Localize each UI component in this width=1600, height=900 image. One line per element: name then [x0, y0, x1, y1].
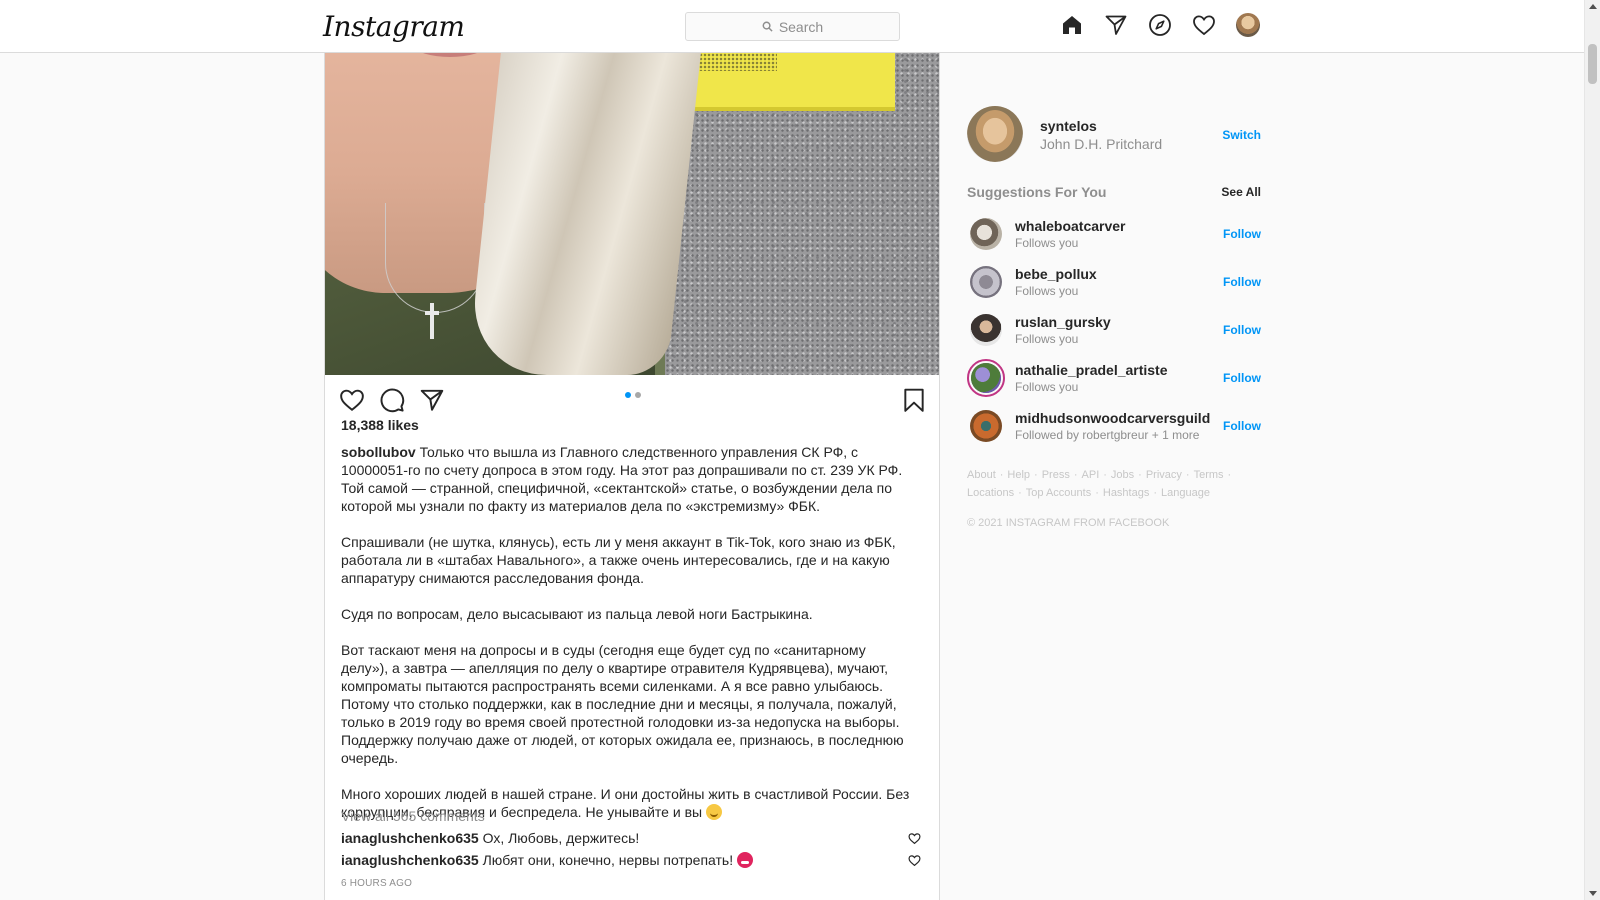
suggestion-username[interactable]: whaleboatcarver — [1015, 218, 1126, 234]
comment-username[interactable]: ianaglushchenko635 — [341, 830, 479, 846]
view-all-comments-link[interactable]: View all 565 comments — [341, 808, 485, 824]
suggestion-subtitle: Follows you — [1015, 236, 1079, 250]
footer-link-terms[interactable]: Terms — [1194, 469, 1224, 481]
suggestion-avatar[interactable] — [970, 218, 1002, 250]
see-all-link[interactable]: See All — [1221, 185, 1261, 199]
caption-paragraph-4: Вот таскают меня на допросы и в суды (се… — [341, 642, 904, 766]
suggestions-title: Suggestions For You — [967, 184, 1107, 200]
scroll-up-arrow-icon[interactable] — [1589, 4, 1597, 9]
bookmark-icon[interactable] — [901, 387, 927, 413]
explore-icon[interactable] — [1148, 13, 1172, 37]
follow-button[interactable]: Follow — [1223, 371, 1261, 385]
caption-username[interactable]: sobollubov — [341, 444, 416, 460]
smiling-face-emoji — [705, 804, 722, 820]
suggestion-username[interactable]: bebe_pollux — [1015, 266, 1097, 282]
caption-paragraph-2: Спрашивали (не шутка, клянусь), есть ли … — [341, 534, 896, 586]
footer-link-hashtags[interactable]: Hashtags — [1103, 487, 1149, 499]
comment-text: Любят они, конечно, нервы потрепать! — [482, 852, 734, 868]
like-heart-icon[interactable] — [339, 387, 365, 413]
direct-icon[interactable] — [1104, 13, 1128, 37]
footer-link-about[interactable]: About — [967, 469, 996, 481]
suggestion-avatar[interactable] — [970, 314, 1002, 346]
scrollbar-thumb[interactable] — [1588, 44, 1597, 84]
footer-links: About · Help · Press · API · Jobs · Privacy · Terms ·… — [967, 469, 1232, 499]
carousel-indicator — [625, 392, 641, 398]
post-actions-bar — [325, 375, 939, 423]
current-user-avatar[interactable] — [967, 106, 1023, 162]
suggestion-username[interactable]: nathalie_pradel_artiste — [1015, 362, 1168, 378]
caption-paragraph-3: Судя по вопросам, дело высасывают из пал… — [341, 606, 813, 622]
suggestion-item: midhudsonwoodcarversguild Followed by ro… — [967, 404, 1261, 452]
angry-face-emoji — [737, 852, 754, 868]
activity-heart-icon[interactable] — [1192, 13, 1216, 37]
suggestion-item: whaleboatcarver Follows you Follow — [967, 212, 1261, 260]
page-scrollbar[interactable] — [1584, 0, 1600, 900]
suggestion-item: bebe_pollux Follows you Follow — [967, 260, 1261, 308]
footer-link-top-accounts[interactable]: Top Accounts — [1026, 487, 1091, 499]
comment-like-icon[interactable] — [908, 832, 921, 845]
instagram-logo[interactable]: Instagram — [323, 10, 465, 43]
photo-necklace — [385, 203, 485, 313]
footer-link-jobs[interactable]: Jobs — [1111, 469, 1134, 481]
suggestions-list: whaleboatcarver Follows you Follow bebe_… — [967, 212, 1261, 452]
feed-post: 18,388 likes sobollubov Только что вышла… — [324, 53, 940, 900]
top-nav-bar: Instagram Search — [0, 0, 1584, 53]
switch-account-button[interactable]: Switch — [1222, 128, 1261, 142]
scroll-down-arrow-icon[interactable] — [1589, 891, 1597, 896]
suggestion-subtitle: Follows you — [1015, 332, 1079, 346]
suggestion-subtitle: Follows you — [1015, 380, 1079, 394]
search-icon — [762, 21, 773, 32]
footer-link-press[interactable]: Press — [1042, 469, 1070, 481]
comment-bubble-icon[interactable] — [379, 387, 405, 413]
suggestion-username[interactable]: midhudsonwoodcarversguild — [1015, 410, 1210, 426]
search-placeholder: Search — [778, 18, 824, 35]
comment-text: Ох, Любовь, держитесь! — [482, 830, 640, 846]
suggestion-username[interactable]: ruslan_gursky — [1015, 314, 1111, 330]
follow-button[interactable]: Follow — [1223, 419, 1261, 433]
suggestion-item: nathalie_pradel_artiste Follows you Foll… — [967, 356, 1261, 404]
comment-username[interactable]: ianaglushchenko635 — [341, 852, 479, 868]
profile-avatar[interactable] — [1236, 13, 1260, 37]
suggestion-subtitle: Followed by robertgbreur + 1 more — [1015, 428, 1200, 442]
comment-row: ianaglushchenko635 Любят они, конечно, н… — [341, 852, 921, 868]
footer-link-help[interactable]: Help — [1007, 469, 1030, 481]
current-username[interactable]: syntelos — [1040, 118, 1097, 134]
suggestion-avatar[interactable] — [970, 266, 1002, 298]
suggestion-subtitle: Follows you — [1015, 284, 1079, 298]
post-timestamp[interactable]: 6 HOURS AGO — [341, 878, 412, 889]
carousel-dot[interactable] — [635, 392, 641, 398]
follow-button[interactable]: Follow — [1223, 323, 1261, 337]
footer-link-locations[interactable]: Locations — [967, 487, 1014, 499]
share-direct-icon[interactable] — [419, 387, 445, 413]
follow-button[interactable]: Follow — [1223, 275, 1261, 289]
footer-link-privacy[interactable]: Privacy — [1146, 469, 1182, 481]
likes-count[interactable]: 18,388 likes — [341, 417, 419, 433]
comment-row: ianaglushchenko635 Ох, Любовь, держитесь… — [341, 830, 921, 846]
caption-paragraph-1: Только что вышла из Главного следственно… — [341, 444, 903, 514]
suggestions-header: Suggestions For You See All — [967, 184, 1261, 202]
suggestion-avatar[interactable] — [970, 410, 1002, 442]
photo-blonde-hair — [467, 53, 703, 375]
post-photo[interactable] — [325, 53, 939, 375]
copyright-text: © 2021 INSTAGRAM FROM FACEBOOK — [967, 517, 1170, 529]
footer-link-language[interactable]: Language — [1161, 487, 1210, 499]
current-user-card: syntelos John D.H. Pritchard Switch — [967, 106, 1261, 162]
comment-like-icon[interactable] — [908, 854, 921, 867]
footer-link-api[interactable]: API — [1082, 469, 1100, 481]
search-box[interactable]: Search — [685, 12, 900, 41]
follow-button[interactable]: Follow — [1223, 227, 1261, 241]
carousel-dot-active[interactable] — [625, 392, 631, 398]
suggestion-item: ruslan_gursky Follows you Follow — [967, 308, 1261, 356]
post-caption: sobollubov Только что вышла из Главного … — [341, 443, 911, 821]
right-sidebar: syntelos John D.H. Pritchard Switch Sugg… — [967, 106, 1261, 529]
current-full-name: John D.H. Pritchard — [1040, 136, 1163, 152]
photo-cross-pendant — [425, 303, 439, 339]
home-icon[interactable] — [1060, 13, 1084, 37]
suggestion-avatar-story-ring[interactable] — [967, 359, 1005, 397]
